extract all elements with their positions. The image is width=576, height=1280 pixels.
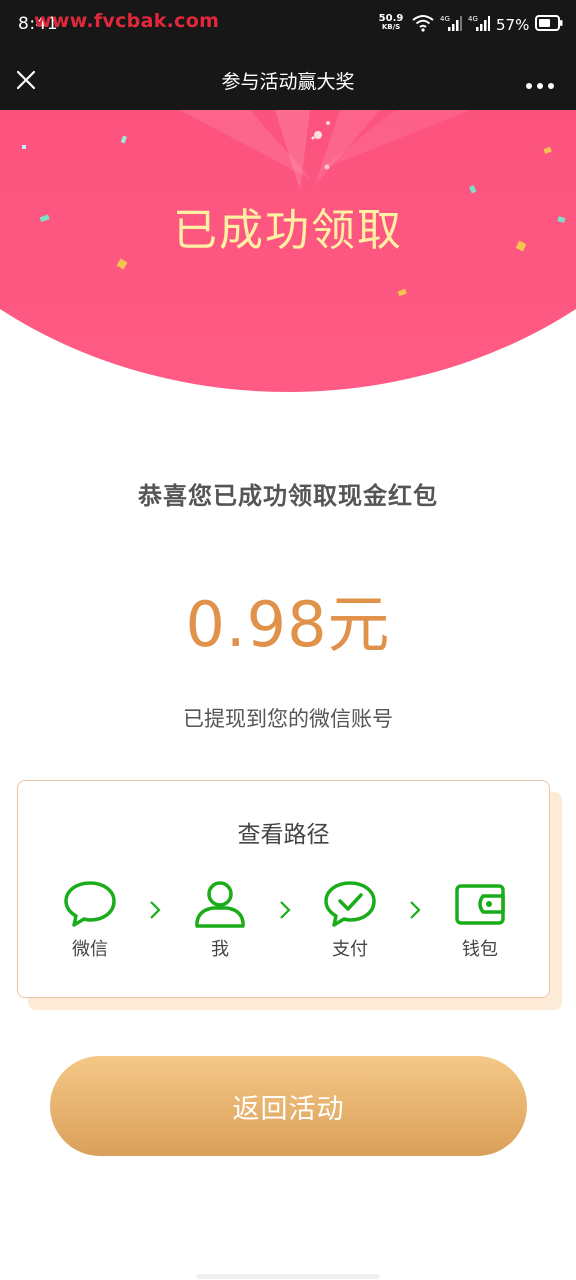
hero-title: 已成功领取 <box>173 205 403 256</box>
return-activity-button[interactable]: 返回活动 <box>50 1056 527 1156</box>
chevron-right-icon <box>148 899 162 921</box>
battery-icon <box>535 15 563 35</box>
path-step-label: 微信 <box>72 939 108 960</box>
amount-value: 0.98元 <box>185 588 391 661</box>
path-step-me: 我 <box>184 879 256 961</box>
wifi-icon <box>412 14 434 36</box>
path-card-title: 查看路径 <box>237 822 330 848</box>
signal-4g-icon: 4G <box>468 14 490 36</box>
svg-text:4G: 4G <box>468 15 478 23</box>
watermark-text: www.fvcbak.com <box>34 10 220 32</box>
chevron-right-icon <box>278 899 292 921</box>
status-icons: 4G 4G 57% <box>412 14 563 36</box>
path-step-label: 我 <box>211 939 229 960</box>
home-indicator <box>196 1274 380 1279</box>
signal-4g-icon: 4G <box>440 14 462 36</box>
network-speed-value: 50.9 <box>378 13 404 24</box>
path-step-wechat: 微信 <box>54 879 126 961</box>
more-icon[interactable] <box>524 76 556 89</box>
network-speed: 50.9 KB/S <box>378 14 404 32</box>
battery-percent: 57% <box>496 16 530 34</box>
status-bar: 8:41 www.fvcbak.com 50.9 KB/S 4G 4G 57% <box>0 0 576 50</box>
user-icon <box>184 879 256 929</box>
pay-check-icon <box>314 879 386 929</box>
wallet-icon <box>444 879 516 929</box>
path-step-label: 支付 <box>332 939 368 960</box>
congrats-text: 恭喜您已成功领取现金红包 <box>138 482 438 510</box>
path-step-pay: 支付 <box>314 879 386 961</box>
path-step-wallet: 钱包 <box>444 879 516 961</box>
network-speed-unit: KB/S <box>381 23 401 31</box>
svg-text:4G: 4G <box>440 15 450 23</box>
withdraw-note: 已提现到您的微信账号 <box>183 707 393 731</box>
hero-banner: 已成功领取 <box>0 110 576 395</box>
page-title: 参与活动赢大奖 <box>221 71 355 93</box>
path-step-label: 钱包 <box>462 939 498 960</box>
nav-bar: 参与活动赢大奖 <box>0 50 576 110</box>
chevron-right-icon <box>408 899 422 921</box>
chat-bubble-icon <box>54 879 126 929</box>
path-card: 查看路径 微信 我 支付 钱包 <box>17 780 550 998</box>
